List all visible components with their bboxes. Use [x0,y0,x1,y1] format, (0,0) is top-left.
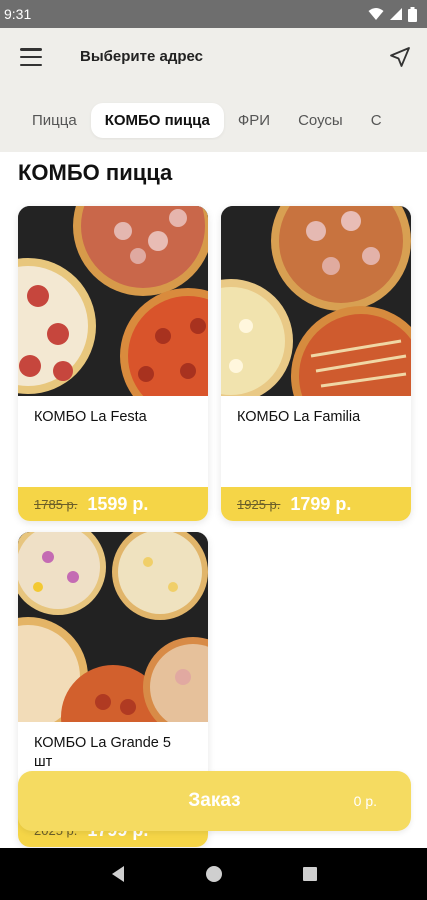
section-title: КОМБО пицца [18,160,173,185]
old-price: 1925 р. [237,496,281,512]
product-name: КОМБО La Festa [34,409,147,425]
price: 1799 р. [290,493,352,514]
menu-icon-line [20,63,42,66]
order-sum: 0 р. [353,793,377,809]
price-bar: 1925 р. 1799 р. [221,487,411,521]
product-image [221,206,411,396]
product-image [18,532,208,722]
tab-pizza[interactable]: Пицца [18,103,91,138]
order-button[interactable]: Заказ 0 р. [18,771,411,831]
product-card-la-familia[interactable]: КОМБО La Familia 1925 р. 1799 р. [221,206,411,521]
price-bar: 1785 р. 1599 р. [18,487,208,521]
menu-icon-line [20,48,42,51]
status-time: 9:31 [4,6,32,22]
header: Выберите адрес Пицца КОМБО пицца ФРИ Соу… [0,28,427,152]
tab-combo-pizza[interactable]: КОМБО пицца [90,102,224,138]
wifi-icon [368,7,384,21]
tab-next-partial[interactable]: С [357,103,396,138]
battery-icon [408,6,417,22]
location-arrow-icon[interactable] [388,45,412,69]
recents-icon[interactable] [302,866,318,882]
status-bar: 9:31 [0,0,427,28]
product-image [18,206,208,396]
category-tabs: Пицца КОМБО пицца ФРИ Соусы С [0,100,427,140]
old-price: 1785 р. [34,496,78,512]
tab-sauces[interactable]: Соусы [284,103,357,138]
top-bar: Выберите адрес [0,28,427,86]
tab-fries[interactable]: ФРИ [224,103,284,138]
menu-icon-line [20,55,42,59]
product-card-la-festa[interactable]: КОМБО La Festa 1785 р. 1599 р. [18,206,208,521]
address-selector[interactable]: Выберите адрес [80,48,203,65]
order-label: Заказ [188,790,241,811]
status-icons [368,6,417,22]
price: 1599 р. [87,493,149,514]
back-icon[interactable] [110,865,126,883]
signal-icon [389,7,403,21]
system-nav-bar [0,848,427,900]
product-name: КОМБО La Familia [237,409,361,425]
home-icon[interactable] [205,865,223,883]
menu-button[interactable] [20,48,42,66]
